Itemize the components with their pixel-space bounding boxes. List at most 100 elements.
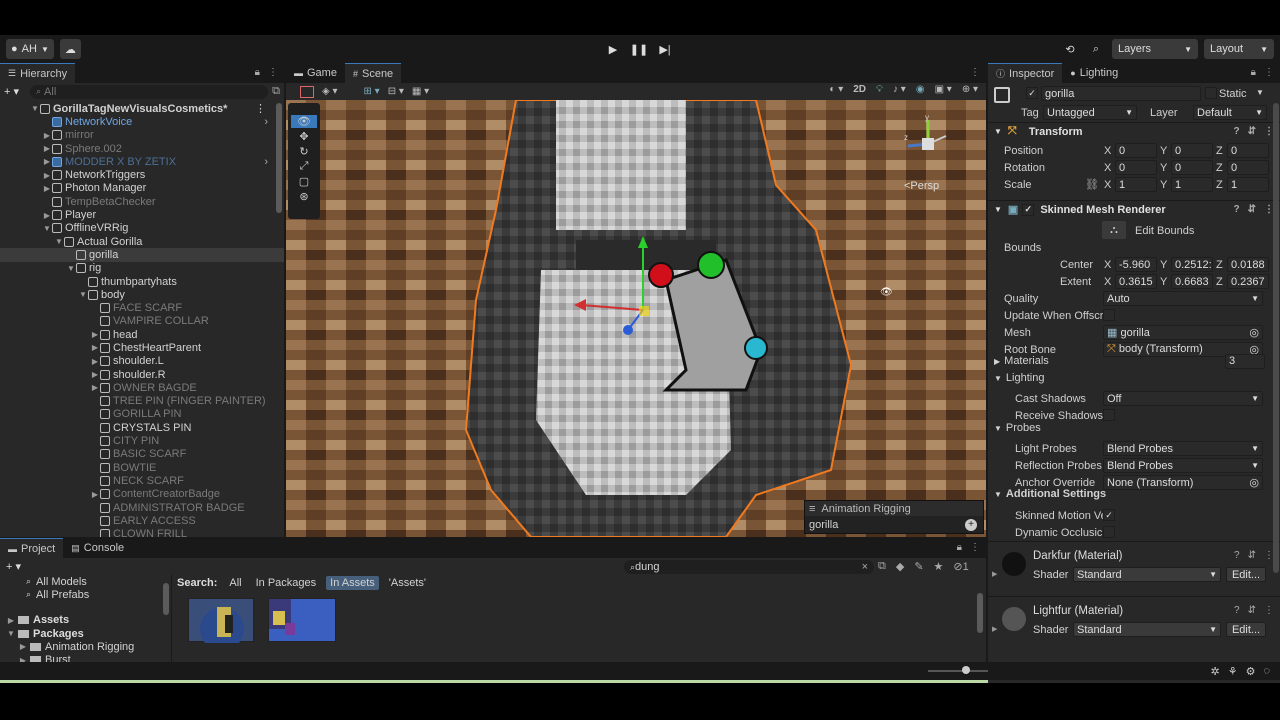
scale-tool-icon[interactable]: ⤢: [300, 160, 309, 173]
more-icon[interactable]: ⋮: [268, 67, 278, 78]
asset-thumbnail[interactable]: [268, 598, 336, 642]
scene-visibility-icon[interactable]: ⧉: [272, 85, 280, 98]
favorite-icon[interactable]: ★: [934, 560, 944, 573]
probes-foldout[interactable]: ▼ Probes: [988, 420, 1280, 436]
slider-thumb[interactable]: [962, 666, 970, 674]
lighting-foldout[interactable]: ▼ Lighting: [988, 370, 1280, 386]
hierarchy-row[interactable]: ▶ ChestHeartParent: [0, 341, 284, 354]
chevron-right-icon[interactable]: ▶: [42, 171, 52, 180]
chevron-right-icon[interactable]: ›: [264, 156, 268, 168]
extent-x[interactable]: 0.3615: [1115, 274, 1157, 289]
hierarchy-row[interactable]: BASIC SCARF: [0, 448, 284, 461]
hierarchy-row[interactable]: NECK SCARF: [0, 474, 284, 487]
position-x[interactable]: 0: [1115, 143, 1157, 158]
log-icon[interactable]: ✎: [914, 560, 923, 573]
rect-tool-icon[interactable]: ▢: [299, 175, 309, 188]
projection-label[interactable]: <Persp: [904, 180, 939, 192]
chevron-right-icon[interactable]: ›: [264, 116, 268, 128]
static-checkbox[interactable]: [1205, 87, 1217, 99]
assets-scrollbar[interactable]: [977, 593, 983, 633]
asset-thumbnail[interactable]: [188, 598, 254, 651]
search-scope-button[interactable]: In Assets: [326, 576, 379, 590]
chevron-right-icon[interactable]: ▶: [42, 211, 52, 220]
chevron-right-icon[interactable]: ▶: [90, 357, 100, 366]
edit-shader-button[interactable]: Edit...: [1226, 567, 1266, 582]
preset-icon[interactable]: ⇵: [1248, 550, 1256, 561]
favorite-item[interactable]: ⌕ All Models: [20, 575, 171, 588]
chevron-down-icon[interactable]: ▼: [42, 224, 52, 233]
tab-inspector[interactable]: ⓘ Inspector: [988, 63, 1063, 83]
search-by-type-icon[interactable]: ⧉: [878, 560, 886, 573]
chevron-right-icon[interactable]: ▶: [6, 616, 16, 625]
hierarchy-row[interactable]: ▶ OWNER BAGDE: [0, 381, 284, 394]
help-icon[interactable]: ?: [1234, 550, 1240, 561]
hierarchy-row[interactable]: CRYSTALS PIN: [0, 421, 284, 434]
hierarchy-row[interactable]: thumbpartyhats: [0, 275, 284, 288]
materials-count[interactable]: 3: [1225, 353, 1265, 369]
chevron-right-icon[interactable]: ▶: [992, 570, 997, 578]
chevron-right-icon[interactable]: ▶: [42, 157, 52, 166]
hierarchy-row[interactable]: ▼ OfflineVRRig: [0, 222, 284, 235]
more-icon[interactable]: ⋮: [255, 102, 266, 115]
hierarchy-row[interactable]: ▶ mirror: [0, 129, 284, 142]
more-icon[interactable]: ⋮: [970, 67, 980, 78]
reflection-probes-dropdown[interactable]: Blend Probes ▼: [1103, 458, 1263, 473]
additional-settings-foldout[interactable]: ▼ Additional Settings: [988, 486, 1280, 502]
search-scope-button[interactable]: 'Assets': [385, 576, 430, 590]
search-icon[interactable]: ⌕: [1086, 43, 1106, 56]
hierarchy-row[interactable]: ▶ NetworkTriggers: [0, 168, 284, 181]
transform-header[interactable]: ▼ ⤧ Transform ? ⇵ ⋮: [988, 122, 1280, 140]
progress-icon[interactable]: ◌: [1263, 665, 1270, 677]
hierarchy-row[interactable]: VAMPIRE COLLAR: [0, 315, 284, 328]
smr-header[interactable]: ▼ ▣ ✓ Skinned Mesh Renderer ? ⇵ ⋮: [988, 200, 1280, 218]
more-icon[interactable]: ⋮: [1264, 605, 1274, 616]
chevron-down-icon[interactable]: ▼: [54, 237, 64, 246]
object-picker-icon[interactable]: ◎: [1249, 326, 1259, 339]
inspector-scrollbar[interactable]: [1273, 103, 1279, 573]
edit-shader-button[interactable]: Edit...: [1226, 622, 1266, 637]
zoom-slider[interactable]: [928, 666, 988, 674]
play-button[interactable]: ▶: [603, 39, 623, 59]
orientation-gizmo[interactable]: z y <Persp: [898, 113, 958, 192]
hierarchy-row[interactable]: CITY PIN: [0, 434, 284, 447]
hierarchy-scrollbar[interactable]: [276, 103, 282, 213]
tab-hierarchy[interactable]: ☰ Hierarchy: [0, 63, 76, 83]
lock-icon[interactable]: 🔒︎: [1251, 67, 1256, 78]
hierarchy-search-input[interactable]: ⌕ All: [30, 84, 269, 99]
shader-dropdown[interactable]: Standard ▼: [1073, 622, 1221, 637]
increment-snap-icon[interactable]: ▦ ▾: [412, 86, 429, 97]
light-probes-dropdown[interactable]: Blend Probes ▼: [1103, 441, 1263, 456]
auto-generate-icon[interactable]: ⚘: [1228, 665, 1238, 678]
hierarchy-row[interactable]: gorilla: [0, 248, 284, 262]
rotation-z[interactable]: 0: [1227, 160, 1269, 175]
layers-dropdown[interactable]: Layers ▼: [1112, 39, 1198, 59]
hierarchy-row[interactable]: ▶ shoulder.L: [0, 355, 284, 368]
extent-z[interactable]: 0.2367: [1227, 274, 1269, 289]
chevron-right-icon[interactable]: ▶: [42, 184, 52, 193]
chevron-right-icon[interactable]: ▶: [90, 490, 100, 499]
chevron-right-icon[interactable]: ▶: [18, 642, 28, 651]
smr-enabled-checkbox[interactable]: ✓: [1022, 203, 1035, 216]
folder-item[interactable]: ▶ Animation Rigging: [0, 640, 171, 653]
step-button[interactable]: ▶|: [655, 39, 675, 59]
help-icon[interactable]: ?: [1234, 126, 1240, 137]
snap-grid-icon[interactable]: ⊞ ▾: [364, 86, 380, 97]
hidden-packages-icon[interactable]: ⊘1: [953, 560, 968, 573]
search-scope-button[interactable]: In Packages: [252, 576, 321, 590]
hierarchy-row[interactable]: FACE SCARF: [0, 301, 284, 314]
active-checkbox[interactable]: ✓: [1026, 87, 1038, 99]
update-offscreen-checkbox[interactable]: [1103, 309, 1115, 321]
pause-button[interactable]: ❚❚: [629, 39, 649, 59]
center-y[interactable]: 0.2512:: [1171, 257, 1213, 272]
chevron-down-icon[interactable]: ▼: [30, 104, 40, 113]
lighting-toggle-icon[interactable]: 💡︎: [876, 84, 883, 95]
hierarchy-row[interactable]: ▶ head: [0, 328, 284, 341]
rotation-y[interactable]: 0: [1171, 160, 1213, 175]
favorite-item[interactable]: ⌕ All Prefabs: [20, 588, 171, 601]
tab-lighting[interactable]: ● Lighting: [1062, 63, 1126, 83]
tab-project[interactable]: ▬ Project: [0, 538, 64, 558]
history-icon[interactable]: ⟲: [1060, 43, 1080, 56]
chevron-down-icon[interactable]: ▼: [6, 629, 16, 638]
draw-mode-icon[interactable]: ◐ ▾: [829, 84, 843, 95]
tag-dropdown[interactable]: Untagged ▼: [1043, 105, 1137, 120]
